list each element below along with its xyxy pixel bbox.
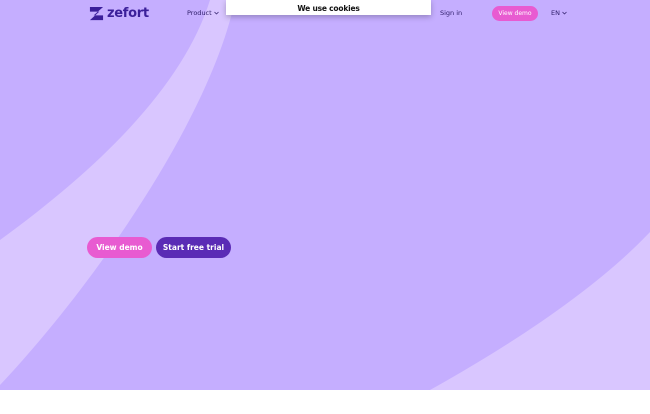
hero-view-demo-button[interactable]: View demo bbox=[87, 237, 152, 258]
language-label: EN bbox=[551, 9, 560, 17]
brand-name: zefort bbox=[107, 5, 149, 21]
sign-in-link[interactable]: Sign in bbox=[440, 9, 462, 17]
left-arc-shape bbox=[0, 0, 235, 385]
hero-section: zefort Product Sign in View demo EN View… bbox=[0, 0, 650, 390]
cookie-banner-title: We use cookies bbox=[297, 4, 360, 13]
hero-background-shapes bbox=[0, 0, 650, 390]
zefort-z-icon bbox=[89, 6, 104, 20]
language-selector[interactable]: EN bbox=[551, 9, 567, 17]
start-free-trial-button[interactable]: Start free trial bbox=[156, 237, 231, 258]
nav-view-demo-button[interactable]: View demo bbox=[492, 6, 538, 21]
nav-item-product[interactable]: Product bbox=[187, 9, 219, 17]
chevron-down-icon bbox=[213, 11, 219, 15]
cookie-banner: We use cookies bbox=[226, 0, 431, 15]
page-bottom-strip bbox=[0, 390, 650, 414]
logo[interactable]: zefort bbox=[89, 5, 149, 21]
right-corner-shape bbox=[430, 232, 650, 390]
chevron-down-icon bbox=[562, 11, 567, 15]
nav-item-label: Product bbox=[187, 9, 212, 17]
